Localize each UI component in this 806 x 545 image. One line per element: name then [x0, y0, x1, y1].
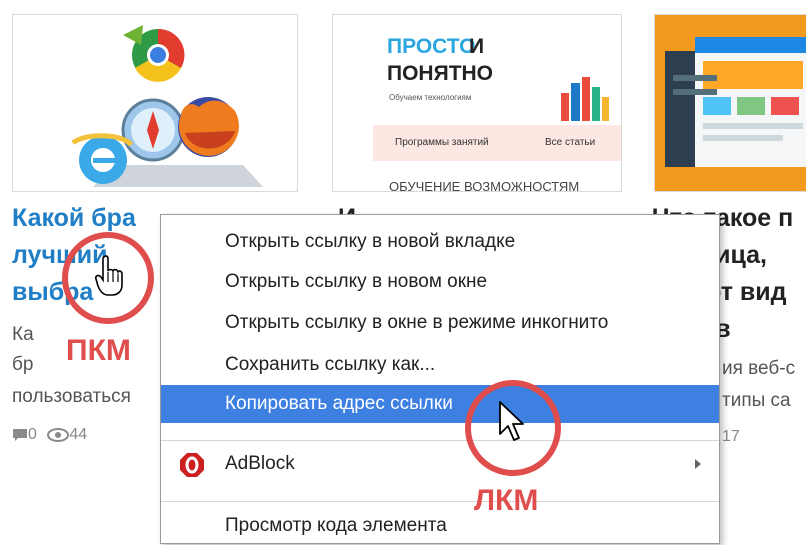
promo-brand-a: ПРОСТО — [387, 35, 476, 58]
menu-save-link-as[interactable]: Сохранить ссылку как... — [161, 346, 719, 384]
chevron-right-icon — [695, 459, 701, 469]
books-illustration — [561, 77, 609, 121]
promo-tagline: Обучаем технологиям — [389, 93, 472, 102]
context-menu: Открыть ссылку в новой вкладке Открыть с… — [160, 214, 720, 544]
firefox-icon — [178, 97, 239, 157]
menu-copy-link-address[interactable]: Копировать адрес ссылки — [161, 385, 719, 423]
menu-adblock[interactable]: AdBlock — [161, 445, 719, 483]
menu-separator — [161, 501, 719, 502]
browser-logos-illustration — [71, 25, 263, 187]
card1-stats: 0 44 — [12, 426, 87, 444]
menu-adblock-label: AdBlock — [225, 453, 295, 474]
card3-excerpt-line2: типы са — [722, 390, 791, 411]
card3-excerpt-line1: ия веб-с — [722, 358, 796, 379]
menu-separator — [161, 440, 719, 441]
promo-brand-b: И — [469, 35, 485, 58]
menu-open-incognito[interactable]: Открыть ссылку в окне в режиме инкогнито — [161, 304, 719, 342]
menu-open-new-window[interactable]: Открыть ссылку в новом окне — [161, 263, 719, 301]
article-thumbnail-browsers[interactable] — [12, 14, 298, 192]
article-thumbnail-web[interactable] — [654, 14, 806, 192]
card1-excerpt-line1: Ка — [12, 324, 34, 345]
right-click-label: ПКМ — [66, 334, 131, 367]
article-thumbnail-promo[interactable]: ПРОСТО И ПОНЯТНО Обучаем технологиям Про… — [332, 14, 622, 192]
web-pages-illustration — [665, 37, 806, 167]
promo-all-articles-button[interactable]: Все статьи — [545, 137, 595, 148]
menu-inspect-element[interactable]: Просмотр кода элемента — [161, 507, 719, 545]
promo-brand-c: ПОНЯТНО — [387, 62, 494, 85]
safari-icon — [121, 98, 185, 162]
card3-date: 17 — [722, 428, 740, 445]
card1-title-line1[interactable]: Какой бра — [12, 200, 136, 237]
promo-programs-button[interactable]: Программы занятий — [395, 137, 489, 148]
promo-caption: ОБУЧЕНИЕ ВОЗМОЖНОСТЯМ — [389, 179, 580, 192]
arrow-cursor-icon — [499, 401, 524, 441]
comment-count: 0 — [28, 426, 37, 443]
adblock-icon — [180, 453, 204, 477]
eye-icon — [47, 427, 70, 442]
hand-cursor-icon — [95, 255, 123, 296]
card1-excerpt-line3: пользоваться — [12, 386, 131, 407]
card1-excerpt-line2: бр — [12, 354, 34, 375]
left-click-label: ЛКМ — [474, 484, 539, 517]
comment-icon — [13, 428, 27, 441]
menu-open-new-tab[interactable]: Открыть ссылку в новой вкладке — [161, 223, 719, 261]
view-count: 44 — [69, 426, 88, 443]
